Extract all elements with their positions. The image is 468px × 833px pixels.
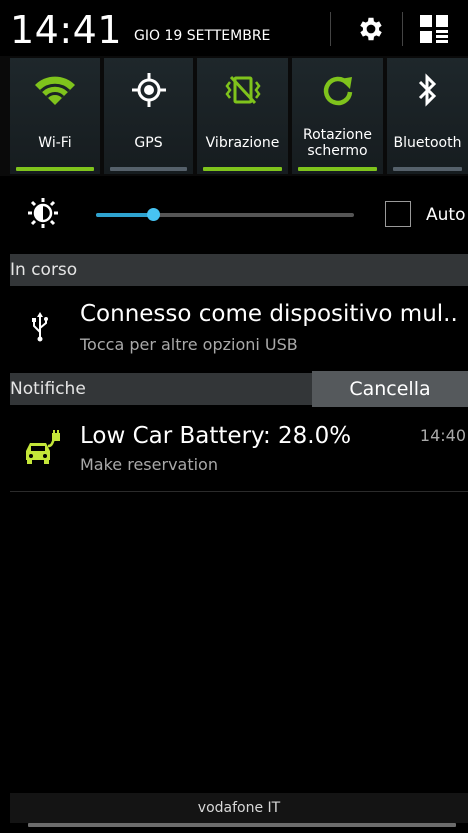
quick-panel-edit-button[interactable] xyxy=(410,12,460,46)
toggle-state-bar xyxy=(110,167,187,171)
section-title: In corso xyxy=(10,260,78,280)
section-title: Notifiche xyxy=(10,379,86,399)
notification-subtitle: Make reservation xyxy=(80,455,218,474)
auto-brightness-label: Auto xyxy=(426,205,466,225)
toggle-gps[interactable]: GPS xyxy=(104,58,193,174)
toggle-state-bar xyxy=(203,167,282,171)
toggle-label: Wi-Fi xyxy=(38,135,72,151)
toggle-state-bar xyxy=(393,167,462,171)
gps-icon xyxy=(131,73,166,107)
toggle-state-bar xyxy=(16,167,94,171)
settings-button[interactable] xyxy=(346,12,396,46)
header-divider xyxy=(330,12,331,46)
clock: 14:41 xyxy=(10,8,123,52)
notification-title: Connesso come dispositivo mul.. xyxy=(80,301,458,327)
carrier-name: vodafone IT xyxy=(197,800,281,816)
toggle-bluetooth[interactable]: Bluetooth xyxy=(387,58,468,174)
toggle-label: Rotazione schermo xyxy=(302,127,373,159)
vibration-icon xyxy=(224,75,261,105)
toggle-label: Vibrazione xyxy=(205,135,280,151)
date: GIO 19 SETTEMBRE xyxy=(134,28,271,44)
toggle-label: Bluetooth xyxy=(393,135,462,151)
header-divider xyxy=(402,12,403,46)
clear-notifications-button[interactable]: Cancella xyxy=(312,371,468,407)
ongoing-section-header: In corso xyxy=(10,254,468,286)
toggle-vibration[interactable]: Vibrazione xyxy=(197,58,288,174)
toggle-rotation[interactable]: Rotazione schermo xyxy=(292,58,383,174)
divider xyxy=(10,491,468,492)
grid-toggle-icon xyxy=(420,15,448,43)
brightness-icon xyxy=(28,198,58,228)
usb-icon xyxy=(32,312,48,342)
auto-brightness-checkbox[interactable] xyxy=(385,201,411,227)
notification-subtitle: Tocca per altre opzioni USB xyxy=(80,335,298,354)
toggle-wifi[interactable]: Wi-Fi xyxy=(10,58,100,174)
car-battery-notification[interactable]: Low Car Battery: 28.0% Make reservation … xyxy=(10,410,468,490)
brightness-slider-thumb[interactable] xyxy=(147,208,160,221)
brightness-slider-fill xyxy=(96,213,153,217)
rotate-icon xyxy=(323,76,352,106)
notification-time: 14:40 xyxy=(419,426,466,445)
toggle-label: GPS xyxy=(134,135,163,151)
notification-title: Low Car Battery: 28.0% xyxy=(80,423,352,449)
panel-drag-handle[interactable] xyxy=(28,823,456,827)
car-charging-icon xyxy=(26,430,60,464)
usb-notification[interactable]: Connesso come dispositivo mul.. Tocca pe… xyxy=(10,288,468,368)
gear-icon xyxy=(360,17,382,41)
wifi-icon xyxy=(35,76,75,105)
toggle-state-bar xyxy=(298,167,377,171)
bluetooth-icon xyxy=(418,73,436,107)
